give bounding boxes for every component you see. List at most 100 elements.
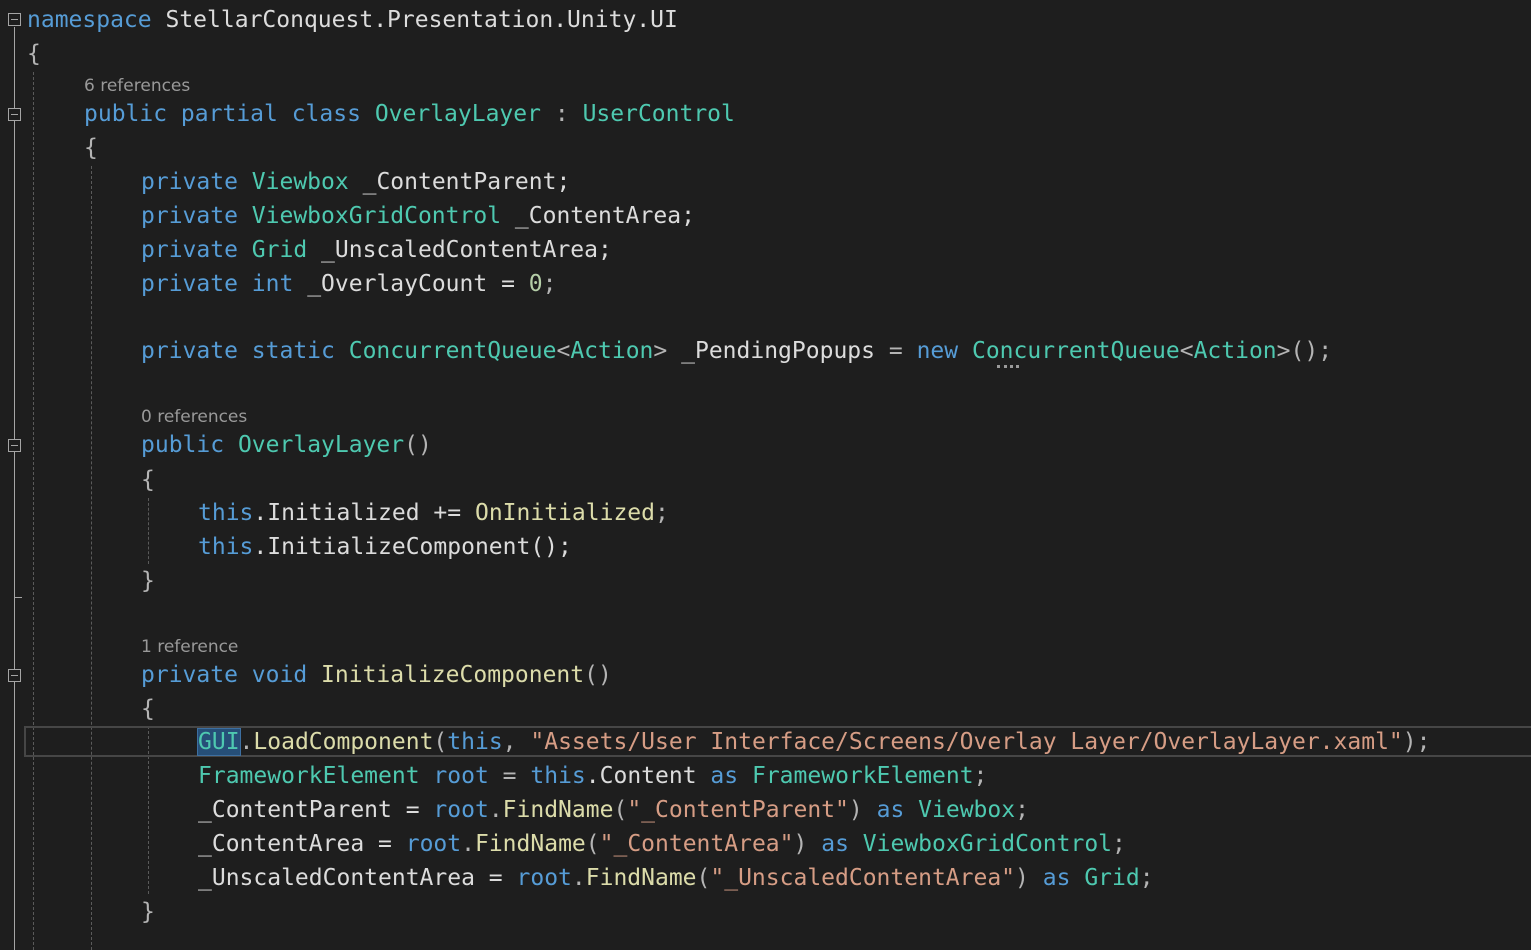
code-line-field[interactable]: private Grid _UnscaledContentArea; xyxy=(141,233,612,267)
open-brace: { xyxy=(27,41,41,67)
ctor-name: OverlayLayer xyxy=(237,432,405,458)
code-line-statement[interactable]: this.InitializeComponent(); xyxy=(198,530,572,564)
code-line-brace[interactable]: } xyxy=(141,895,155,929)
base-class: UserControl xyxy=(582,101,735,127)
code-line-ctor-declaration[interactable]: public OverlayLayer() xyxy=(141,428,432,462)
operator: = xyxy=(888,338,903,364)
codelens-ctor-references[interactable]: 0 references xyxy=(141,404,247,430)
code-line-brace[interactable]: { xyxy=(84,131,98,165)
code-line-statement-current[interactable]: GUI.LoadComponent(this, "Assets/User Int… xyxy=(197,725,1431,759)
keyword: private static xyxy=(141,338,335,364)
keyword: private xyxy=(141,237,238,263)
code-editor[interactable]: namespace StellarConquest.Presentation.U… xyxy=(0,0,1531,950)
open-brace: { xyxy=(141,696,155,722)
type-name: Grid xyxy=(1084,865,1140,891)
punct: . xyxy=(239,729,254,755)
type-name: Action xyxy=(1193,338,1277,364)
keyword: private xyxy=(141,169,238,195)
identifier: _UnscaledContentArea; xyxy=(321,237,612,263)
fold-end-marker xyxy=(14,597,22,598)
as-keyword: as xyxy=(710,763,739,789)
punct: , xyxy=(502,729,517,755)
collapse-method-icon[interactable] xyxy=(8,669,21,682)
type-name: Viewbox xyxy=(918,797,1016,823)
member-access: .Content xyxy=(585,763,697,789)
local-variable: root xyxy=(433,797,489,823)
string-literal: "_ContentArea" xyxy=(599,831,794,857)
this-keyword: this xyxy=(530,763,586,789)
type-name: Action xyxy=(570,338,654,364)
collapse-class-icon[interactable] xyxy=(8,108,21,121)
semicolon: ; xyxy=(542,271,557,297)
indent-guide xyxy=(91,166,92,950)
punct: ); xyxy=(1402,729,1431,755)
code-line-field[interactable]: private int _OverlayCount = 0; xyxy=(141,267,557,301)
member-access: .Initialized += xyxy=(253,500,462,526)
code-line-statement[interactable]: this.Initialized += OnInitialized; xyxy=(198,496,669,530)
operator: = xyxy=(502,763,517,789)
type-name: FrameworkElement xyxy=(198,763,420,789)
code-line-statement[interactable]: _ContentArea = root.FindName("_ContentAr… xyxy=(198,827,1126,861)
semicolon: ; xyxy=(654,500,669,526)
method-call: FindName xyxy=(474,831,586,857)
punct: ( xyxy=(585,831,600,857)
as-keyword: as xyxy=(821,831,849,857)
keyword: private xyxy=(141,203,238,229)
codelens-class-references[interactable]: 6 references xyxy=(84,73,190,99)
params: () xyxy=(584,662,612,688)
as-keyword: as xyxy=(876,797,905,823)
class-name-highlighted: GUI xyxy=(197,728,241,756)
punct: ) xyxy=(1015,865,1029,891)
punct: ) xyxy=(793,831,808,857)
punct: ) xyxy=(848,797,863,823)
codelens-method-references[interactable]: 1 reference xyxy=(141,634,238,660)
code-line-class-declaration[interactable]: public partial class OverlayLayer : User… xyxy=(84,97,735,131)
assignment-target: _ContentArea = xyxy=(198,831,392,857)
punct: < xyxy=(1179,338,1194,364)
keyword: private void xyxy=(141,662,308,688)
collapse-ctor-icon[interactable] xyxy=(8,439,21,452)
number-literal: 0 xyxy=(528,271,543,297)
type-name: FrameworkElement xyxy=(751,763,974,789)
code-line-statement[interactable]: _UnscaledContentArea = root.FindName("_U… xyxy=(198,861,1154,895)
punct: ( xyxy=(613,797,628,823)
code-line-brace[interactable]: } xyxy=(141,564,155,598)
code-line-brace[interactable]: { xyxy=(141,692,155,726)
method-call: LoadComponent xyxy=(253,729,434,755)
local-variable: root xyxy=(516,865,572,891)
type-name: Viewbox xyxy=(251,169,349,195)
this-keyword: this xyxy=(198,500,254,526)
string-literal: "Assets/User Interface/Screens/Overlay L… xyxy=(530,729,1403,755)
indent-guide xyxy=(148,498,149,564)
code-line-namespace[interactable]: namespace StellarConquest.Presentation.U… xyxy=(27,3,678,37)
assignment-target: _UnscaledContentArea = xyxy=(198,865,503,891)
keyword: private xyxy=(141,271,238,297)
method-name: InitializeComponent xyxy=(321,662,585,688)
handler-name: OnInitialized xyxy=(474,500,655,526)
code-line-brace[interactable]: { xyxy=(141,463,155,497)
assignment-target: _ContentParent = xyxy=(198,797,420,823)
code-line-static-field[interactable]: private static ConcurrentQueue<Action> _… xyxy=(141,334,1332,368)
identifier: _PendingPopups xyxy=(681,338,875,364)
code-line-statement[interactable]: _ContentParent = root.FindName("_Content… xyxy=(198,793,1029,827)
keyword: new xyxy=(916,338,959,364)
type-name: ConcurrentQueue xyxy=(971,338,1180,364)
code-line-statement[interactable]: FrameworkElement root = this.Content as … xyxy=(198,759,987,793)
punct: : xyxy=(554,101,569,127)
punct: ( xyxy=(696,865,711,891)
open-brace: { xyxy=(84,135,98,161)
punct: > xyxy=(653,338,668,364)
namespace-name: StellarConquest.Presentation.Unity.UI xyxy=(165,7,678,33)
type-name: ViewboxGridControl xyxy=(862,831,1113,857)
semicolon: ; xyxy=(1015,797,1029,823)
collapse-namespace-icon[interactable] xyxy=(8,13,21,26)
type-name: ConcurrentQueue xyxy=(348,338,557,364)
method-call: FindName xyxy=(585,865,697,891)
punct: ( xyxy=(433,729,448,755)
code-line-field[interactable]: private Viewbox _ContentParent; xyxy=(141,165,570,199)
code-line-method-declaration[interactable]: private void InitializeComponent() xyxy=(141,658,612,692)
code-line-field[interactable]: private ViewboxGridControl _ContentArea; xyxy=(141,199,695,233)
indent-guide xyxy=(33,72,34,950)
code-line-brace[interactable]: { xyxy=(27,37,41,71)
open-brace: { xyxy=(141,467,155,493)
